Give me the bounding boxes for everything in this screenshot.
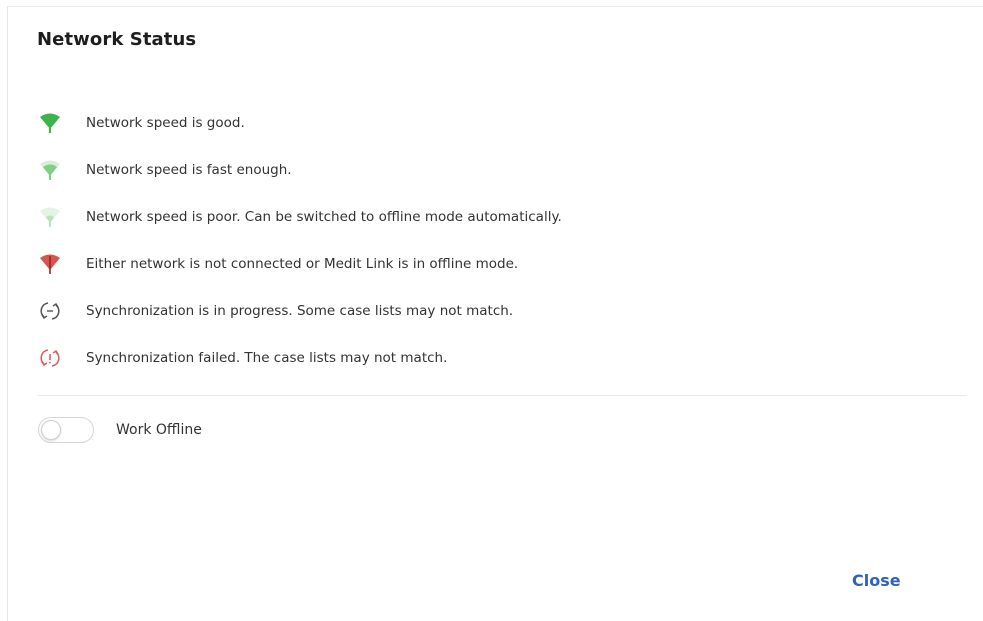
status-description: Network speed is good. [86,114,245,131]
list-item: Network speed is poor. Can be switched t… [37,193,562,240]
list-item: Network speed is fast enough. [37,146,562,193]
list-item: Synchronization failed. The case lists m… [37,334,562,381]
close-button[interactable]: Close [844,567,909,594]
status-description: Synchronization is in progress. Some cas… [86,302,514,319]
sync-progress-icon [37,299,63,323]
status-description: Synchronization failed. The case lists m… [86,349,448,366]
status-legend-list: Network speed is good. Network speed is … [37,99,562,381]
status-description: Network speed is poor. Can be switched t… [86,208,562,225]
sync-failed-icon [37,346,63,370]
list-item: Network speed is good. [37,99,562,146]
divider [37,395,967,396]
list-item: Either network is not connected or Medit… [37,240,562,287]
dialog-title: Network Status [37,29,197,50]
status-description: Either network is not connected or Medit… [86,255,519,272]
toggle-knob [41,420,61,440]
list-item: Synchronization is in progress. Some cas… [37,287,562,334]
work-offline-row: Work Offline [38,417,202,443]
status-description: Network speed is fast enough. [86,161,292,178]
work-offline-label: Work Offline [116,422,202,438]
work-offline-toggle[interactable] [38,417,94,443]
wifi-poor-icon [37,205,63,229]
wifi-good-icon [37,111,63,135]
network-status-dialog: Network Status Network speed is good. Ne [7,6,983,621]
wifi-offline-icon [37,252,63,276]
wifi-fast-enough-icon [37,158,63,182]
